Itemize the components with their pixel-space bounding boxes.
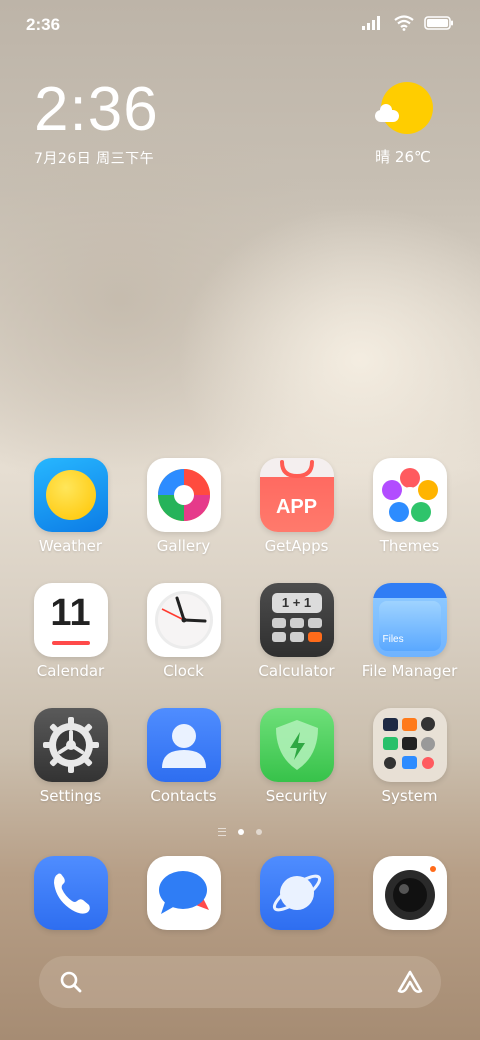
- app-label: Security: [265, 787, 328, 805]
- folder-icon: [372, 708, 447, 782]
- search-icon[interactable]: [59, 970, 83, 994]
- clock-widget[interactable]: 2:36 7月26日 周三下午: [34, 78, 159, 168]
- app-label: File Manager: [361, 662, 458, 680]
- message-bubble-icon: [146, 856, 221, 930]
- weather-widget-text: 晴 26℃: [375, 148, 431, 166]
- app-label: Calculator: [258, 662, 335, 680]
- calendar-app-icon: 11: [33, 583, 108, 657]
- weather-widget[interactable]: 晴 26℃: [372, 82, 442, 167]
- page-indicator: [0, 828, 480, 836]
- shopping-bag-icon: APP: [259, 458, 334, 532]
- app-row: 11 Calendar Clock 1 + 1 Calculator Files…: [0, 583, 480, 708]
- app-label: Calendar: [36, 662, 105, 680]
- clock-widget-time: 2:36: [34, 75, 159, 144]
- clock-app-icon: [146, 583, 221, 657]
- app-label: System: [381, 787, 438, 805]
- sunny-weather-icon: [375, 82, 433, 134]
- app-label: GetApps: [264, 537, 329, 555]
- dock-phone[interactable]: [14, 856, 127, 930]
- page-dot-current[interactable]: [238, 829, 244, 835]
- app-gallery[interactable]: Gallery: [127, 458, 240, 555]
- phone-icon: [33, 856, 108, 930]
- app-weather[interactable]: Weather: [14, 458, 127, 555]
- app-calculator[interactable]: 1 + 1 Calculator: [240, 583, 353, 680]
- app-row: Settings Contacts Security System: [0, 708, 480, 833]
- app-clock[interactable]: Clock: [127, 583, 240, 680]
- app-calendar[interactable]: 11 Calendar: [14, 583, 127, 680]
- weather-app-icon: [33, 458, 108, 532]
- app-getapps[interactable]: APP GetApps: [240, 458, 353, 555]
- app-label: Clock: [163, 662, 204, 680]
- page-dot[interactable]: [256, 829, 262, 835]
- calendar-day-number: 11: [50, 592, 91, 634]
- app-label: Contacts: [150, 787, 217, 805]
- files-folder-label: Files: [382, 634, 404, 645]
- clock-widget-date: 7月26日 周三下午: [34, 151, 155, 167]
- gear-icon: [33, 708, 108, 782]
- dock-camera[interactable]: [353, 856, 466, 930]
- gallery-app-icon: [146, 458, 221, 532]
- dock-messages[interactable]: [127, 856, 240, 930]
- app-security[interactable]: Security: [240, 708, 353, 805]
- app-themes[interactable]: Themes: [353, 458, 466, 555]
- status-time: 2:36: [26, 15, 61, 34]
- app-file-manager[interactable]: Files File Manager: [353, 583, 466, 680]
- signal-icon: [362, 16, 380, 30]
- dock: [0, 856, 480, 936]
- calculator-app-icon: 1 + 1: [259, 583, 334, 657]
- app-system-folder[interactable]: System: [353, 708, 466, 805]
- app-row: Weather Gallery APP GetApps Themes: [0, 458, 480, 583]
- app-label: Gallery: [156, 537, 211, 555]
- planet-icon: [259, 856, 334, 930]
- status-bar: 2:36: [0, 0, 480, 50]
- app-contacts[interactable]: Contacts: [127, 708, 240, 805]
- shield-icon: [259, 708, 334, 782]
- wifi-icon: [394, 15, 414, 31]
- battery-icon: [424, 16, 453, 30]
- assistant-icon[interactable]: [395, 969, 425, 995]
- app-label: Settings: [39, 787, 102, 805]
- person-icon: [146, 708, 221, 782]
- getapps-icon-text: APP: [275, 496, 318, 518]
- folder-icon: Files: [372, 583, 447, 657]
- camera-lens-icon: [372, 856, 447, 930]
- app-grid: Weather Gallery APP GetApps Themes 11 Ca…: [0, 458, 480, 833]
- themes-star-icon: [372, 458, 447, 532]
- status-icons: [362, 15, 454, 31]
- dock-browser[interactable]: [240, 856, 353, 930]
- app-drawer-indicator[interactable]: [218, 828, 226, 836]
- app-settings[interactable]: Settings: [14, 708, 127, 805]
- app-label: Weather: [38, 537, 103, 555]
- app-label: Themes: [379, 537, 440, 555]
- search-bar[interactable]: [39, 956, 441, 1008]
